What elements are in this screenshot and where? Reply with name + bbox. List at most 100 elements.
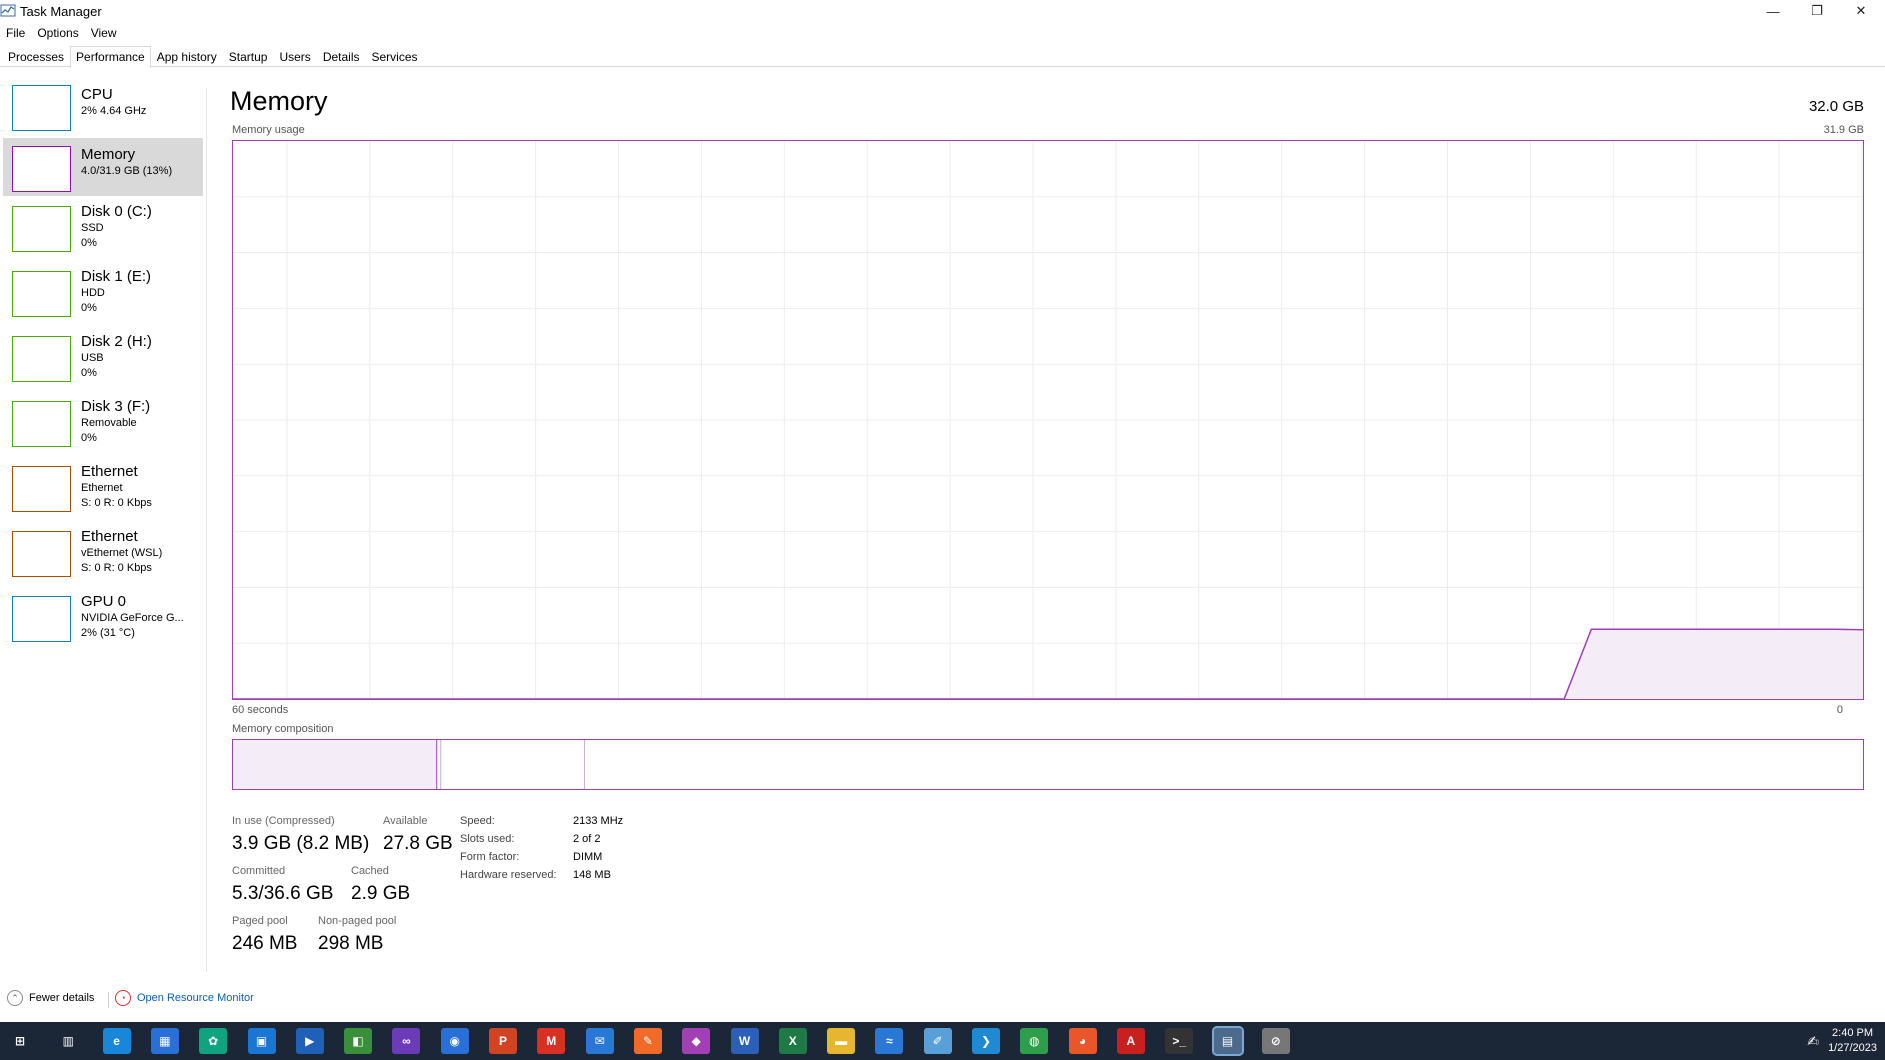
media-player-icon[interactable]: ▶ (295, 1028, 324, 1054)
sidebar-item-ethernet[interactable]: Ethernet Ethernet S: 0 R: 0 Kbps (3, 461, 203, 521)
restore-button[interactable]: ❐ (1795, 0, 1839, 22)
app-icon-circle[interactable]: ◉ (440, 1028, 469, 1054)
terminal-icon[interactable]: >_ (1165, 1028, 1194, 1054)
graph-grid (233, 141, 1863, 699)
slots-used-label: Slots used: (460, 833, 515, 845)
fewer-details-button[interactable]: ⌃ Fewer details (7, 990, 94, 1006)
resource-monitor-label: Open Resource Monitor (137, 992, 254, 1004)
sidebar-item-name: Ethernet (81, 463, 138, 480)
sidebar-item-detail: SSD (81, 222, 104, 234)
close-button[interactable]: ✕ (1839, 0, 1883, 22)
sidebar-item-detail: Removable (81, 417, 137, 429)
tab-performance[interactable]: Performance (70, 46, 151, 68)
disk-0-thumbnail (12, 206, 71, 252)
gmail-icon[interactable]: M (537, 1028, 566, 1054)
firefox-icon[interactable]: ◕ (1068, 1028, 1097, 1054)
sidebar-item-gpu-0[interactable]: GPU 0 NVIDIA GeForce G... 2% (31 °C) (3, 591, 203, 651)
open-resource-monitor-link[interactable]: ◔ Open Resource Monitor (115, 990, 254, 1006)
start-icon[interactable]: ⊞ (6, 1028, 34, 1054)
tab-app-history[interactable]: App history (151, 46, 223, 67)
clock-date: 1/27/2023 (1828, 1042, 1877, 1054)
sidebar-item-name: Disk 1 (E:) (81, 268, 152, 285)
memory-usage-label: Memory usage (232, 124, 305, 136)
acrobat-icon[interactable]: A (1116, 1028, 1145, 1054)
tab-processes[interactable]: Processes (2, 46, 70, 67)
sidebar-item-detail: 2% 4.64 GHz (81, 105, 147, 117)
chevron-up-icon: ⌃ (7, 990, 23, 1006)
window-title: Task Manager (20, 4, 102, 19)
visual-studio-icon[interactable]: ∞ (392, 1028, 421, 1054)
system-clock[interactable]: 2:40 PM 1/27/2023 (1828, 1026, 1877, 1056)
sidebar-item-usage: 0% (81, 237, 97, 249)
task-view-icon[interactable]: ▥ (54, 1028, 83, 1054)
app-icon-orange[interactable]: ✎ (633, 1028, 662, 1054)
app-icon-slash[interactable]: ⊘ (1261, 1028, 1290, 1054)
memory-usage-area (233, 629, 1863, 699)
sidebar-item-memory[interactable]: Memory 4.0/31.9 GB (13%) (3, 138, 203, 196)
powerpoint-icon[interactable]: P (489, 1028, 517, 1054)
time-end-label: 0 (1836, 704, 1843, 716)
sidebar-item-name: Disk 2 (H:) (81, 333, 152, 350)
chatgpt-icon[interactable]: ✿ (199, 1028, 228, 1054)
sidebar-item-vethernet[interactable]: Ethernet vEthernet (WSL) S: 0 R: 0 Kbps (3, 526, 203, 586)
memory-composition-bar (232, 739, 1864, 790)
chrome-icon[interactable]: ◍ (1020, 1028, 1049, 1054)
sidebar-item-detail: HDD (81, 287, 105, 299)
sidebar-item-detail: USB (81, 352, 104, 364)
taskbar: 2:40 PM 1/27/2023 ✍ ⊞ ▥ e ▦ ✿ ▣ ▶ ◧ ∞ ◉ P M ✉ ✎ ◆ W X ▬ ≈ ✐… (0, 1022, 1885, 1060)
sidebar-item-name: Disk 0 (C:) (81, 203, 152, 220)
sidebar-item-disk-1[interactable]: Disk 1 (E:) HDD 0% (3, 266, 203, 326)
fewer-details-label: Fewer details (29, 992, 95, 1004)
sidebar-item-name: GPU 0 (81, 593, 127, 610)
minimize-button[interactable]: — (1751, 0, 1795, 22)
app-icon-wave[interactable]: ≈ (875, 1028, 904, 1054)
composition-in-use (233, 740, 437, 789)
pen-icon[interactable]: ✍ (1807, 1033, 1819, 1050)
store-icon[interactable]: ▦ (150, 1028, 179, 1054)
tab-users[interactable]: Users (273, 46, 316, 67)
notepad-icon[interactable]: ✐ (923, 1028, 952, 1054)
mail-icon[interactable]: ✉ (585, 1028, 614, 1054)
tab-bar: Processes Performance App history Startu… (0, 46, 1885, 68)
tab-startup[interactable]: Startup (223, 46, 274, 67)
sidebar-item-usage: 0% (81, 302, 97, 314)
cpu-thumbnail (12, 85, 71, 131)
sidebar-item-usage: 0% (81, 432, 97, 444)
sidebar-item-name: Memory (81, 146, 136, 163)
menu-bar: File Options View (0, 24, 123, 42)
sidebar-item-cpu[interactable]: CPU 2% 4.64 GHz (3, 82, 203, 138)
word-icon[interactable]: W (730, 1028, 759, 1054)
memory-usage-graph (232, 140, 1864, 700)
footer: ⌃ Fewer details ◔ Open Resource Monitor (0, 990, 600, 1010)
sidebar-item-disk-3[interactable]: Disk 3 (F:) Removable 0% (3, 396, 203, 456)
app-icon-purple[interactable]: ◆ (682, 1028, 711, 1054)
resource-monitor-icon: ◔ (115, 990, 131, 1006)
file-explorer-icon[interactable]: ▬ (827, 1028, 856, 1054)
sidebar-item-usage: 0% (81, 367, 97, 379)
speed-label: Speed: (460, 815, 495, 827)
sidebar-item-disk-0[interactable]: Disk 0 (C:) SSD 0% (3, 201, 203, 261)
sidebar-item-disk-2[interactable]: Disk 2 (H:) USB 0% (3, 331, 203, 391)
tab-details[interactable]: Details (317, 46, 366, 67)
title-bar: Task Manager — ❐ ✕ (0, 0, 1885, 22)
committed-value: 5.3/36.6 GB (232, 883, 334, 904)
non-paged-pool-label: Non-paged pool (318, 915, 397, 927)
cached-label: Cached (351, 865, 389, 877)
menu-options[interactable]: Options (31, 24, 84, 42)
vscode-icon[interactable]: ❯ (972, 1028, 1000, 1054)
sidebar-item-detail: 4.0/31.9 GB (13%) (81, 165, 173, 177)
tab-services[interactable]: Services (366, 46, 424, 67)
sidebar-divider (206, 88, 207, 972)
clock-time: 2:40 PM (1832, 1027, 1874, 1039)
app-icon-green[interactable]: ◧ (344, 1028, 373, 1054)
app-icon-blue[interactable]: ▣ (247, 1028, 276, 1054)
sidebar-item-name: CPU (81, 86, 113, 103)
menu-view[interactable]: View (85, 24, 123, 42)
menu-file[interactable]: File (0, 24, 31, 42)
form-factor-label: Form factor: (460, 851, 520, 863)
hardware-reserved-label: Hardware reserved: (460, 869, 557, 881)
sidebar-item-usage: 2% (31 °C) (81, 627, 135, 639)
excel-icon[interactable]: X (778, 1028, 807, 1054)
edge-icon[interactable]: e (102, 1028, 131, 1054)
task-manager-icon[interactable]: ▤ (1211, 1026, 1244, 1056)
